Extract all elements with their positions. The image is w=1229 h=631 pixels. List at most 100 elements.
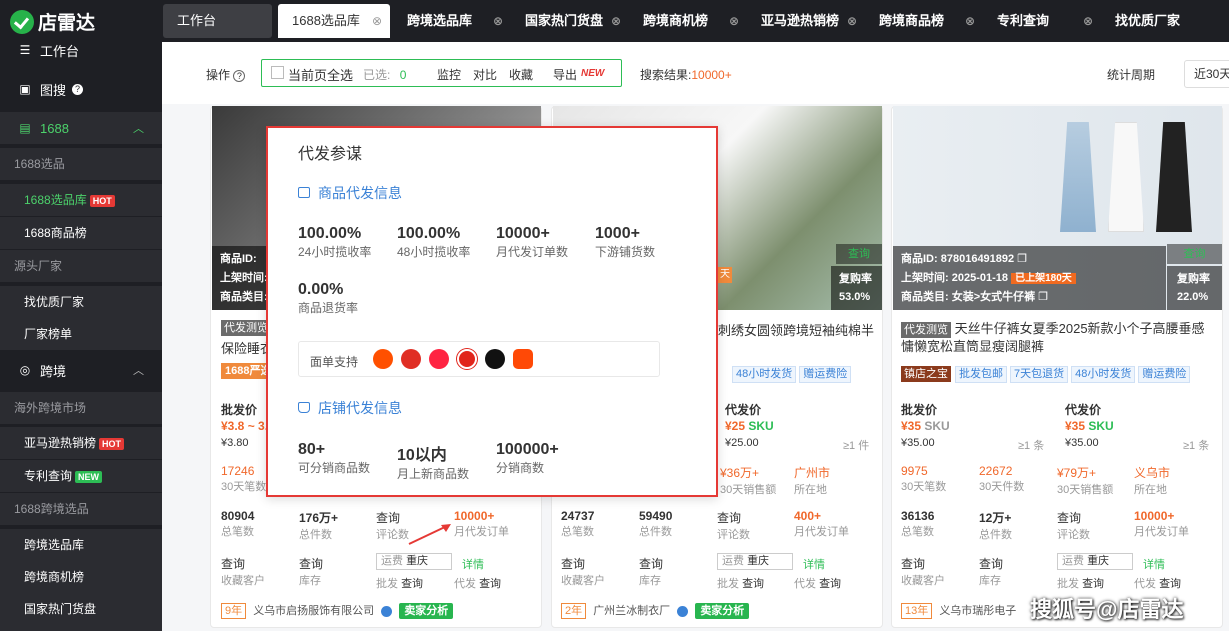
stat-comments-3[interactable]: 查询 评论数 [1057, 509, 1090, 542]
stat-location-3: 义乌市 所在地 [1134, 466, 1171, 496]
seller-analysis-button[interactable]: 卖家分析 [695, 603, 750, 619]
globe-icon: ◎ [19, 363, 31, 377]
select-all-checkbox[interactable] [271, 66, 284, 79]
product-title-1[interactable]: 代发测览 [221, 320, 271, 336]
ref-price-2: ¥25.00 [725, 437, 759, 449]
shop-info-1[interactable]: 9年 义乌市启扬服饰有限公司 卖家分析 [221, 602, 454, 619]
tab-find-factory[interactable]: 找优质厂家 [1101, 4, 1229, 38]
sidebar-group-cross[interactable]: ◎ 跨境 ︿ [0, 354, 162, 386]
check-button-3[interactable]: 查询 [1167, 244, 1222, 264]
stat-fav-customers-3[interactable]: 查询 收藏客户 [901, 555, 945, 588]
chevron-up-icon: ︿ [133, 123, 144, 135]
shop-info-2[interactable]: 2年 广州兰冰制衣厂 卖家分析 [561, 602, 750, 619]
stat-30d-items-3: 22672 30天件数 [979, 464, 1025, 493]
close-icon[interactable]: ⊗ [847, 4, 857, 38]
stat-fav-customers-1[interactable]: 查询 收藏客户 [221, 555, 265, 588]
stat-30d-sales-3: ¥79万+ 30天销售额 [1057, 466, 1114, 496]
app-logo[interactable]: 店雷达 [10, 8, 95, 35]
years-badge: 9年 [221, 603, 247, 619]
close-icon[interactable]: ⊗ [493, 4, 503, 38]
product-title-text-2[interactable]: 刺绣女圆领跨境短袖纯棉半 [718, 320, 874, 339]
image-icon: ▣ [19, 82, 31, 96]
tab-patent[interactable]: 专利查询 ⊗ [983, 4, 1101, 38]
copy-icon[interactable]: ❐ [1017, 253, 1027, 265]
sidebar-item-amazon-rank[interactable]: 亚马逊热销榜 HOT [0, 427, 162, 459]
export-button[interactable]: 导出 NEW [553, 66, 604, 83]
monitor-button[interactable]: 监控 [437, 66, 461, 83]
shipping-select-2[interactable]: 运费 重庆 [717, 553, 793, 570]
arrow-line [408, 525, 448, 545]
hot-badge: HOT [99, 437, 125, 450]
metric-monthly-dropship: 10000+ 月代发订单数 [496, 225, 569, 259]
dropship-query-2[interactable]: 代发 查询 [794, 575, 841, 591]
tab-workbench[interactable]: 工作台 [163, 4, 272, 38]
stat-stock-3[interactable]: 查询 库存 [979, 555, 1003, 588]
shipping-select-1[interactable]: 运费 重庆 [376, 553, 452, 570]
shop-info-3[interactable]: 13年 义乌市瑞彤电子 [901, 602, 1016, 619]
waybill-label: 面单支持 [310, 355, 359, 369]
hot-badge: HOT [89, 194, 115, 207]
seller-analysis-button[interactable]: 卖家分析 [399, 603, 454, 619]
wholesale-query-2[interactable]: 批发 查询 [717, 575, 764, 591]
stat-stock-1[interactable]: 查询 库存 [299, 555, 323, 588]
sidebar-item-patent[interactable]: 专利查询 NEW [0, 460, 162, 492]
tab-cross-goods[interactable]: 跨境商品榜 ⊗ [865, 4, 983, 38]
platform-icons [373, 349, 541, 369]
tab-cross-opportunity[interactable]: 跨境商机榜 ⊗ [629, 4, 747, 38]
close-icon[interactable]: ⊗ [1083, 4, 1093, 38]
copy-icon[interactable]: ❐ [1038, 291, 1048, 303]
product-title-3[interactable]: 代发测览 天丝牛仔裤女夏季2025新款小个子高腰垂感慵懒宽松直筒显瘦阔腿裤 [901, 320, 1217, 356]
wholesale-query-3[interactable]: 批发 查询 [1057, 575, 1104, 591]
sidebar-item-cross-library[interactable]: 跨境选品库 [0, 529, 162, 561]
period-select[interactable]: 近30天 [1184, 60, 1229, 88]
close-icon[interactable]: ⊗ [372, 4, 382, 38]
new-badge: NEW [581, 68, 605, 79]
close-icon[interactable]: ⊗ [611, 4, 621, 38]
chevron-up-icon: ︿ [133, 365, 144, 377]
price-label-2: 代发价 [725, 403, 762, 417]
close-icon[interactable]: ⊗ [965, 4, 975, 38]
sidebar-item-1688-rank[interactable]: 1688商品榜 [0, 217, 162, 249]
repurchase-rate-2: 复购率 53.0% [831, 266, 882, 310]
ref-price-1: ¥3.80 [221, 437, 249, 449]
sidebar-item-cross-opportunity[interactable]: 跨境商机榜 [0, 561, 162, 593]
tab-amazon-rank[interactable]: 亚马逊热销榜 ⊗ [747, 4, 865, 38]
stat-stock-2[interactable]: 查询 库存 [639, 555, 663, 588]
dropship-min-3: ≥1 条 [1183, 440, 1210, 452]
sidebar-group-1688[interactable]: ▤ 1688 ︿ [0, 112, 162, 144]
sidebar-item-image-search[interactable]: ▣ 图搜? [0, 73, 162, 105]
years-badge: 2年 [561, 603, 587, 619]
metric-distributable: 80+ 可分销商品数 [298, 441, 371, 475]
tab-cross-library[interactable]: 跨境选品库 ⊗ [393, 4, 511, 38]
popup-section-product: 商品代发信息 [298, 183, 402, 203]
days-badge-2: 天 [718, 267, 732, 283]
shop-icon [298, 402, 310, 413]
compare-button[interactable]: 对比 [473, 66, 497, 83]
wholesale-query-1[interactable]: 批发 查询 [376, 575, 423, 591]
sidebar-item-find-factory[interactable]: 找优质厂家 [0, 286, 162, 318]
sidebar-item-1688-library[interactable]: 1688选品库 HOT [0, 184, 162, 216]
stat-comments-2[interactable]: 查询 评论数 [717, 509, 750, 542]
annotation-arrow [408, 524, 451, 545]
tab-country-goods[interactable]: 国家热门货盘 ⊗ [511, 4, 629, 38]
sidebar-item-factory-rank[interactable]: 厂家榜单 [0, 318, 162, 350]
kuaishou-icon [513, 349, 533, 369]
check-button-2[interactable]: 查询 [836, 244, 882, 264]
select-all-label[interactable]: 当前页全选 [288, 65, 353, 84]
metric-return-rate: 0.00% 商品退货率 [298, 281, 359, 315]
dropship-query-3[interactable]: 代发 查询 [1134, 575, 1181, 591]
shipping-select-3[interactable]: 运费 重庆 [1057, 553, 1133, 570]
collect-button[interactable]: 收藏 [509, 66, 533, 83]
close-icon[interactable]: ⊗ [729, 4, 739, 38]
dropship-query-1[interactable]: 代发 查询 [454, 575, 501, 591]
stat-total-items-3: 12万+ 总件数 [979, 511, 1012, 541]
stat-dropship-orders-3: 10000+ 月代发订单 [1134, 509, 1189, 538]
sidebar-item-workbench[interactable]: ☰ 工作台 [0, 34, 162, 66]
shipping-detail-2[interactable]: 详情 [803, 556, 825, 572]
stat-fav-customers-2[interactable]: 查询 收藏客户 [561, 555, 605, 588]
shipping-detail-3[interactable]: 详情 [1143, 556, 1165, 572]
service-tags-2: 48小时发货 赠运费险 [732, 366, 854, 383]
shipping-detail-1[interactable]: 详情 [462, 556, 484, 572]
tab-1688-library[interactable]: 1688选品库 ⊗ [278, 4, 390, 38]
sidebar-item-country-goods[interactable]: 国家热门货盘 [0, 593, 162, 631]
